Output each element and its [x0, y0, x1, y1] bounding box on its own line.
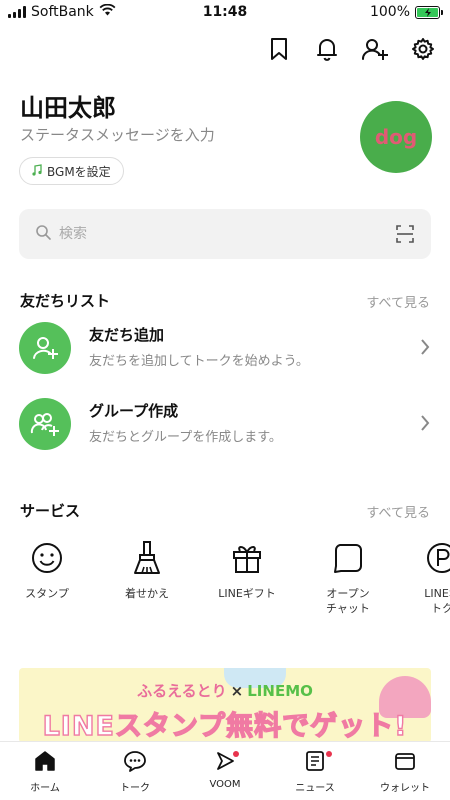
- tab-voom[interactable]: VOOM: [180, 742, 270, 800]
- list-item-subtitle: 友だちとグループを作成します。: [89, 430, 282, 445]
- news-icon: [304, 750, 326, 776]
- tab-news[interactable]: ニュース: [270, 742, 360, 800]
- profile-name[interactable]: 山田太郎: [20, 88, 116, 123]
- group-add-icon: [19, 398, 71, 450]
- service-label: LINEギフト: [218, 587, 276, 600]
- banner-brand-a: ふるえるとり: [137, 682, 227, 700]
- chevron-right-icon: [420, 338, 430, 360]
- wallet-icon: [394, 750, 416, 776]
- open-chat-icon: [303, 538, 393, 578]
- friends-section-title: 友だちリスト: [20, 292, 111, 310]
- gear-icon[interactable]: [410, 36, 436, 62]
- notification-badge: [233, 751, 239, 757]
- service-stamp[interactable]: スタンプ: [2, 538, 92, 601]
- banner-title: LINEスタンプ無料でゲット!: [42, 710, 408, 742]
- home-icon: [34, 750, 56, 776]
- service-theme[interactable]: 着せかえ: [102, 538, 192, 601]
- tab-talk[interactable]: トーク: [90, 742, 180, 800]
- battery-percent: 100%: [369, 4, 410, 20]
- list-item-subtitle: 友だちを追加してトークを始めよう。: [89, 354, 309, 369]
- bell-icon[interactable]: [314, 36, 340, 62]
- search-icon: [35, 224, 51, 244]
- service-points[interactable]: LINEポ トク: [397, 538, 450, 616]
- banner-cross: ×: [230, 682, 244, 700]
- services-section-title: サービス: [20, 502, 81, 520]
- brush-icon: [102, 538, 192, 578]
- chat-icon: [123, 750, 147, 776]
- banner-headline: ふるえるとり × LINEMO: [19, 680, 431, 701]
- bgm-label: BGMを設定: [47, 164, 111, 179]
- services-see-all-link[interactable]: すべて見る: [366, 502, 430, 521]
- search-bar[interactable]: [19, 209, 431, 259]
- gift-icon: [202, 538, 292, 578]
- service-gift[interactable]: LINEギフト: [202, 538, 292, 601]
- list-item-create-group[interactable]: グループ作成 友だちとグループを作成します。: [0, 392, 450, 456]
- service-label: 着せかえ: [125, 587, 169, 600]
- tab-label: トーク: [120, 783, 150, 794]
- bookmark-icon[interactable]: [266, 36, 292, 62]
- tab-label: ニュース: [295, 783, 335, 794]
- points-icon: [397, 538, 450, 578]
- service-open-chat[interactable]: オープン チャット: [303, 538, 393, 616]
- bgm-button[interactable]: BGMを設定: [19, 157, 124, 185]
- service-label: LINEポ トク: [424, 587, 450, 615]
- status-bar: SoftBank 11:48 100%: [0, 0, 450, 26]
- tab-label: VOOM: [209, 779, 241, 790]
- add-friend-icon: [19, 322, 71, 374]
- service-label: スタンプ: [25, 587, 69, 600]
- tab-home[interactable]: ホーム: [0, 742, 90, 800]
- list-item-title: グループ作成: [89, 402, 179, 420]
- tab-label: ウォレット: [380, 783, 430, 794]
- list-item-add-friend[interactable]: 友だち追加 友だちを追加してトークを始めよう。: [0, 316, 450, 380]
- add-friend-icon[interactable]: [362, 36, 388, 62]
- tab-wallet[interactable]: ウォレット: [360, 742, 450, 800]
- friends-see-all-link[interactable]: すべて見る: [366, 292, 430, 311]
- scan-icon[interactable]: [395, 224, 415, 248]
- music-note-icon: [32, 163, 42, 179]
- avatar-text: dog: [374, 125, 418, 149]
- status-message[interactable]: ステータスメッセージを入力: [20, 124, 215, 145]
- battery-icon: [415, 5, 443, 19]
- smiley-icon: [2, 538, 92, 578]
- tab-label: ホーム: [30, 783, 60, 794]
- header-actions: [266, 36, 436, 62]
- list-item-title: 友だち追加: [89, 326, 165, 344]
- notification-badge: [326, 751, 332, 757]
- chevron-right-icon: [420, 414, 430, 436]
- services-row: スタンプ 着せかえ LINEギフト オープン チャット LINEポ トク: [0, 538, 450, 628]
- service-label: オープン チャット: [326, 587, 370, 615]
- avatar[interactable]: dog: [360, 101, 432, 173]
- banner-brand-b: LINEMO: [247, 682, 313, 700]
- bottom-tab-bar: ホーム トーク VOOM ニュース ウォレット: [0, 741, 450, 800]
- search-input[interactable]: [59, 226, 359, 242]
- promo-banner[interactable]: ふるえるとり × LINEMO LINEスタンプ無料でゲット!: [19, 668, 431, 743]
